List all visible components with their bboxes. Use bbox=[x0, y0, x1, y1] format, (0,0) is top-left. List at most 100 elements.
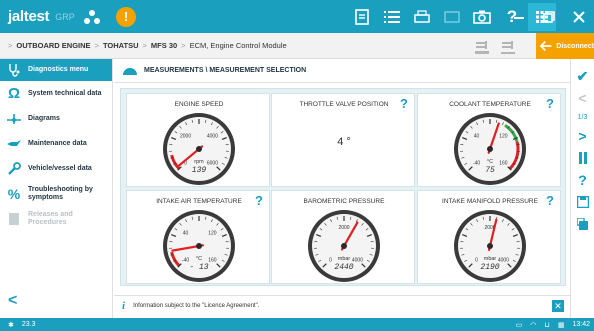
sidebar-item-diagnostics-menu[interactable]: Diagnostics menu bbox=[0, 59, 112, 81]
logo: jaltest GRP bbox=[0, 0, 112, 33]
measurement-card[interactable]: COOLANT TEMPERATURE? -40 40 120 160 °C 75 bbox=[417, 93, 561, 187]
report-icon[interactable] bbox=[348, 3, 376, 31]
page-title-text: MEASUREMENTS \ MEASUREMENT SELECTION bbox=[144, 67, 307, 74]
previous-page-icon[interactable]: < bbox=[571, 87, 594, 109]
breadcrumb-item[interactable]: ECM, Engine Control Module bbox=[190, 41, 287, 50]
oil-can-icon bbox=[6, 136, 22, 152]
gauge-dial: 020004000mbar2440 bbox=[308, 210, 380, 282]
chevron-right-icon: > bbox=[142, 41, 147, 50]
gauge-digital-value: 2440 bbox=[334, 263, 353, 272]
next-page-icon[interactable]: > bbox=[571, 125, 594, 147]
top-bar: jaltest GRP ! ? bbox=[0, 0, 594, 33]
sidebar-item-label: Troubleshooting by symptoms bbox=[28, 185, 93, 201]
check-icon[interactable]: ✔ bbox=[571, 65, 594, 87]
export-icon[interactable] bbox=[571, 213, 594, 235]
breadcrumb-item[interactable]: MFS 30 bbox=[151, 41, 177, 50]
sidebar-item-maintenance-data[interactable]: Maintenance data bbox=[0, 131, 112, 156]
disconnect-button[interactable]: Disconnect bbox=[536, 33, 594, 59]
breadcrumb: > OUTBOARD ENGINE > TOHATSU > MFS 30 > E… bbox=[0, 41, 287, 50]
gauge-tick-label: 40 bbox=[183, 231, 189, 237]
test-connector-icon[interactable] bbox=[474, 37, 490, 55]
sidebar-item-label: Maintenance data bbox=[28, 139, 87, 147]
gauge-hub bbox=[341, 243, 347, 249]
measurement-card[interactable]: INTAKE AIR TEMPERATURE? -40 40 120 160 °C - 13 bbox=[126, 190, 270, 284]
stethoscope-icon bbox=[6, 62, 22, 78]
arrow-left-icon bbox=[540, 40, 552, 52]
gauge-unit: °C bbox=[196, 256, 202, 262]
close-info-icon[interactable]: ✕ bbox=[552, 300, 564, 312]
help-icon[interactable]: ? bbox=[546, 96, 554, 111]
calendar-icon: ▦ bbox=[557, 321, 565, 329]
measurement-card[interactable]: ENGINE SPEED 0 2000 4000 6000 rpm 139 bbox=[126, 93, 270, 187]
gauge-tick-label: 120 bbox=[499, 134, 508, 140]
network-icon: ⊔ bbox=[544, 321, 550, 329]
save-icon[interactable] bbox=[571, 191, 594, 213]
close-icon[interactable] bbox=[564, 0, 594, 33]
status-value: 23.3 bbox=[21, 321, 36, 328]
minimize-icon[interactable] bbox=[504, 0, 534, 33]
gauge-hub bbox=[487, 243, 493, 249]
page-title: MEASUREMENTS \ MEASUREMENT SELECTION bbox=[114, 59, 570, 83]
gauge-digital-value: - 13 bbox=[189, 263, 208, 272]
sidebar: Diagnostics menu Ω System technical data… bbox=[0, 59, 113, 318]
measurement-title: INTAKE MANIFOLD PRESSURE bbox=[442, 198, 538, 205]
wiring-icon bbox=[6, 111, 22, 127]
connection-icon bbox=[83, 9, 100, 24]
gauge-unit: mbar bbox=[338, 256, 351, 262]
sidebar-item-label: Vehicle/vessel data bbox=[28, 164, 92, 172]
breadcrumb-item[interactable]: OUTBOARD ENGINE bbox=[16, 41, 90, 50]
sidebar-item-system-technical-data[interactable]: Ω System technical data bbox=[0, 81, 112, 106]
help-settings-icon[interactable]: ? bbox=[571, 169, 594, 191]
clock-time: 13:42 bbox=[572, 321, 590, 328]
printer-icon[interactable] bbox=[408, 3, 436, 31]
gauge-hub bbox=[196, 146, 202, 152]
gauge-tick-label: 0 bbox=[329, 257, 332, 263]
video-icon[interactable] bbox=[438, 3, 466, 31]
info-text: Information subject to the "Licence Agre… bbox=[133, 302, 260, 309]
back-chevron-icon[interactable]: < bbox=[8, 292, 17, 310]
gauge-dial: 02000 40006000rpm139 bbox=[163, 113, 235, 185]
app-window: jaltest GRP ! ? > OUTBOARD ENGINE > TOHA… bbox=[0, 0, 594, 331]
disconnect-label: Disconnect bbox=[556, 42, 594, 50]
camera-icon[interactable] bbox=[468, 3, 496, 31]
measurement-title: ENGINE SPEED bbox=[174, 101, 224, 108]
restore-icon[interactable] bbox=[534, 0, 564, 33]
gauge-icon bbox=[123, 67, 137, 75]
gauge-tick-label: 40 bbox=[474, 134, 480, 140]
sidebar-item-vehicle-vessel-data[interactable]: Vehicle/vessel data bbox=[0, 156, 112, 181]
gauge-hub bbox=[487, 146, 493, 152]
connection-tools bbox=[474, 37, 516, 55]
window-controls bbox=[504, 0, 594, 33]
sidebar-item-troubleshooting[interactable]: % Troubleshooting by symptoms bbox=[0, 181, 112, 206]
measurement-grid: ENGINE SPEED 0 2000 4000 6000 rpm 139 THROTTLE … bbox=[120, 88, 566, 286]
connector-icon[interactable] bbox=[500, 37, 516, 55]
gauge-digital-value: 2190 bbox=[480, 263, 499, 272]
help-icon[interactable]: ? bbox=[255, 193, 263, 208]
gauge-hub bbox=[196, 243, 202, 249]
help-icon[interactable]: ? bbox=[400, 96, 408, 111]
list-icon[interactable] bbox=[378, 3, 406, 31]
info-icon: i bbox=[122, 299, 126, 312]
alert-icon[interactable]: ! bbox=[116, 6, 136, 27]
gauge-tick-label: 0 bbox=[475, 257, 478, 263]
gauge-tick-label: -40 bbox=[473, 160, 480, 166]
measurement-title: BAROMETRIC PRESSURE bbox=[303, 198, 385, 205]
keyboard-icon[interactable]: ▭ bbox=[516, 321, 523, 329]
measurement-card[interactable]: BAROMETRIC PRESSURE 0 2000 4000 mbar 2440 bbox=[271, 190, 415, 284]
gauge-tick-label: 160 bbox=[208, 257, 217, 263]
breadcrumb-item[interactable]: TOHATSU bbox=[103, 41, 139, 50]
chevron-right-icon: > bbox=[181, 41, 186, 50]
gauge-tick-label: 160 bbox=[499, 160, 508, 166]
percent-tools-icon: % bbox=[7, 185, 21, 202]
sidebar-item-label: Diagnostics menu bbox=[28, 66, 89, 73]
gauge-tick-label: -40 bbox=[182, 257, 189, 263]
main-panel: MEASUREMENTS \ MEASUREMENT SELECTION ENG… bbox=[114, 59, 570, 318]
gauge-unit: °C bbox=[487, 159, 493, 165]
help-icon[interactable]: ? bbox=[546, 193, 554, 208]
measurement-card[interactable]: INTAKE MANIFOLD PRESSURE? 0 2000 4000 mbar 21… bbox=[417, 190, 561, 284]
pause-icon[interactable] bbox=[571, 147, 594, 169]
sidebar-item-diagrams[interactable]: Diagrams bbox=[0, 106, 112, 131]
measurement-card[interactable]: THROTTLE VALVE POSITION? 4 ° bbox=[271, 93, 415, 187]
sidebar-item-releases: Releases and Procedures bbox=[0, 206, 112, 231]
status-bar: ✱ 23.3 ▭ ◠ ⊔ ▦ 13:42 bbox=[0, 318, 594, 331]
